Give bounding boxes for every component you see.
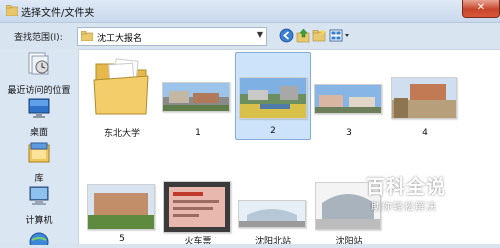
watermark: 百科全说 助你轻松解决 [366,172,462,216]
places-item-network[interactable] [0,231,78,248]
chevron-down-icon[interactable]: ▼ [257,30,263,39]
up-folder-button[interactable] [296,28,311,43]
file-item-image[interactable]: 1 [160,52,236,138]
lookin-combobox[interactable]: 沈工大报名 ▼ [77,27,267,46]
file-item-label: 4 [422,128,428,138]
image-thumbnail [314,84,382,114]
file-item-image[interactable]: 沈阳北站 [235,148,311,244]
watermark-logo: 百科全说 [366,176,447,198]
title-bar: 选择文件/文件夹 ✕ [0,0,500,23]
places-item-label: 计算机 [25,216,53,226]
places-item-recent[interactable]: 最近访问的位置 [0,51,78,96]
folder-icon [81,31,93,41]
places-item-label: 库 [34,174,44,184]
view-menu-button[interactable] [329,28,351,43]
window-title: 选择文件/文件夹 [21,8,95,19]
image-thumbnail [162,82,230,112]
places-item-libraries[interactable]: 库 [0,141,78,184]
file-item-image-selected[interactable]: 2 [235,52,311,140]
file-item-label: 1 [195,128,201,138]
libraries-icon [28,142,50,163]
places-bar: 最近访问的位置 桌面 库 计算机 [0,49,78,248]
watermark-tagline: 助你轻松解决 [371,202,437,213]
places-item-label: 桌面 [29,128,48,138]
desktop-icon [28,98,50,118]
lookin-path: 沈工大报名 [97,34,143,44]
recent-places-icon [28,52,49,75]
file-item-folder[interactable]: 东北大学 [84,52,160,139]
image-thumbnail [239,77,307,119]
file-item-label: 东北大学 [103,129,140,139]
new-folder-button[interactable] [312,28,327,43]
computer-icon [29,186,49,205]
file-item-label: 2 [270,126,276,136]
image-thumbnail [238,200,306,228]
close-button[interactable]: ✕ [462,0,500,18]
file-item-image[interactable]: 3 [311,52,387,138]
places-item-desktop[interactable]: 桌面 [0,97,78,138]
toolbar: 查找范围(I): 沈工大报名 ▼ [0,22,500,49]
close-icon: ✕ [476,2,486,13]
places-item-label: 最近访问的位置 [7,86,71,96]
file-item-label: 3 [346,128,352,138]
image-thumbnail [87,184,155,230]
folder-icon [93,58,149,115]
file-item-image[interactable]: 5 [84,148,160,244]
image-thumbnail [163,181,231,233]
places-item-computer[interactable]: 计算机 [0,185,78,226]
back-button[interactable] [279,28,294,43]
folder-app-icon [6,5,18,16]
file-item-image[interactable]: 4 [387,52,463,138]
file-item-image[interactable]: 火车票 [160,148,236,244]
image-thumbnail [391,77,457,119]
lookin-label: 查找范围(I): [14,33,63,43]
